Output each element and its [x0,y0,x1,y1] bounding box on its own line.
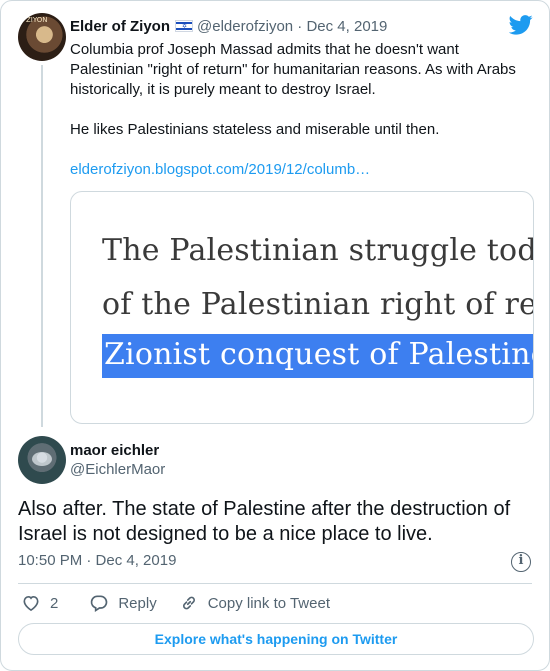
link-icon [182,596,195,610]
tweet-actions-bar: 2 Reply Copy link to Tweet [21,593,330,613]
like-count: 2 [50,594,59,612]
speech-bubble-icon [91,595,108,613]
maor-eichler-avatar[interactable] [18,436,66,484]
heart-icon [23,595,39,612]
reply-tweet-text: Also after. The state of Palestine after… [18,498,511,545]
reply-label: Reply [118,594,157,612]
reply-button[interactable]: Reply [89,593,157,613]
embedded-tweet-card: ZIYON Elder of Ziyon ✡ @elderofziyon · Dec… [0,0,550,671]
preview-text-line-2: of the Palestinian right of ret [102,287,534,322]
parent-tweet-text: Columbia prof Joseph Massad admits that … [70,40,535,180]
reply-handle[interactable]: @EichlerMaor [70,460,165,480]
parent-date[interactable]: Dec 4, 2019 [306,18,387,35]
israel-flag-icon: ✡ [175,20,194,32]
explore-twitter-button[interactable]: Explore what's happening on Twitter [18,623,534,655]
twitter-bird-icon[interactable] [509,15,533,35]
thread-connector-line [41,65,43,427]
copy-link-button[interactable]: Copy link to Tweet [179,593,330,613]
preview-highlighted-line: Zionist conquest of Palestine [102,334,533,378]
parent-text-paragraph-2: He likes Palestinians stateless and mise… [70,121,440,138]
parent-tweet-header: Elder of Ziyon ✡ @elderofziyon · Dec 4, 20… [70,17,387,37]
dot-separator: · [297,18,303,35]
reply-timestamp[interactable]: 10:50 PM · Dec 4, 2019 [18,551,176,571]
reply-display-name[interactable]: maor eichler [70,441,159,461]
elder-of-ziyon-avatar[interactable]: ZIYON [18,13,66,61]
parent-handle[interactable]: @elderofziyon [197,18,293,35]
avatar-label: ZIYON [26,16,48,24]
copy-link-label: Copy link to Tweet [207,594,330,612]
link-preview-image[interactable]: The Palestinian struggle toda of the Pal… [70,191,534,424]
info-icon[interactable]: i [511,552,531,572]
parent-display-name[interactable]: Elder of Ziyon [70,18,170,35]
divider [18,583,532,584]
parent-text-paragraph-1: Columbia prof Joseph Massad admits that … [70,41,516,98]
preview-text-line-1: The Palestinian struggle toda [102,233,534,268]
like-button[interactable]: 2 [21,593,58,613]
article-link[interactable]: elderofziyon.blogspot.com/2019/12/columb… [70,161,370,178]
